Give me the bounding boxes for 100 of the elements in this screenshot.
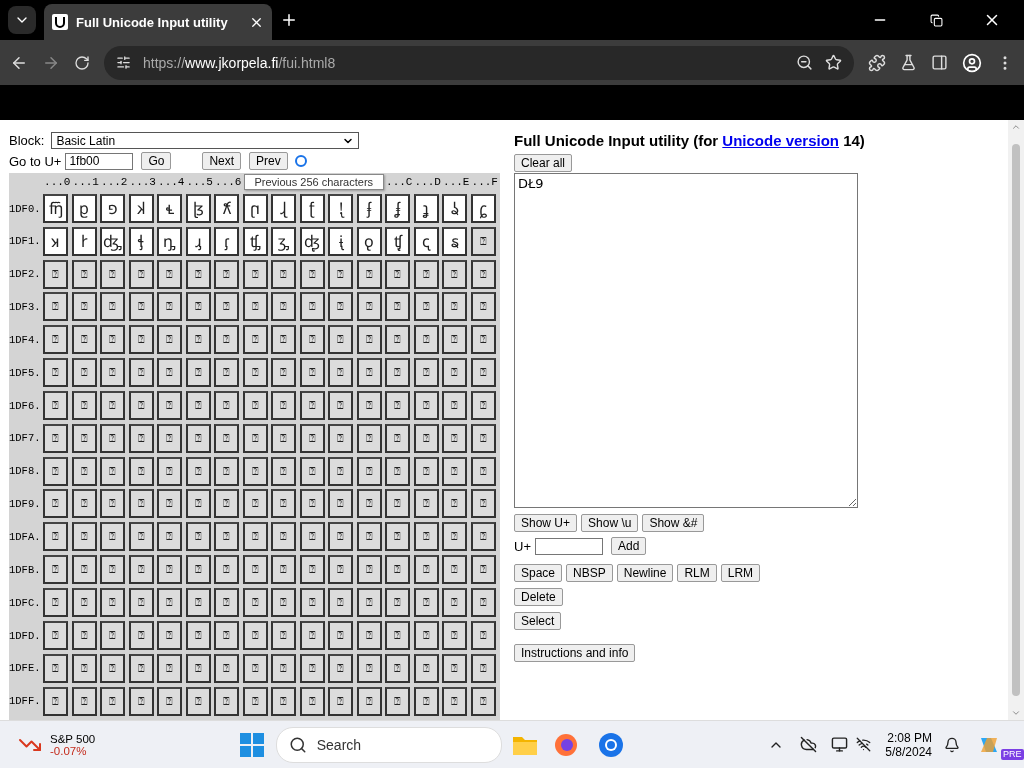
character-cell[interactable]: ⍰ xyxy=(185,358,211,388)
character-cell[interactable]: ⍰ xyxy=(100,588,125,618)
character-cell[interactable]: 𝼞 xyxy=(442,226,467,256)
character-cell[interactable]: ⍰ xyxy=(100,390,125,420)
character-cell[interactable]: 𝼛 xyxy=(356,226,382,256)
character-cell[interactable]: ⍰ xyxy=(185,522,211,552)
character-cell[interactable]: ⍰ xyxy=(442,686,467,716)
character-cell[interactable]: ⍰ xyxy=(185,588,211,618)
character-cell[interactable]: ⍰ xyxy=(385,522,410,552)
character-cell[interactable]: ⍰ xyxy=(71,555,97,585)
character-cell[interactable]: ⍰ xyxy=(413,653,439,683)
character-cell[interactable]: ⍰ xyxy=(356,423,382,453)
character-cell[interactable]: ⍰ xyxy=(413,292,439,322)
character-cell[interactable]: ⍰ xyxy=(242,423,268,453)
character-cell[interactable]: ⍰ xyxy=(242,555,268,585)
character-cell[interactable]: 𝼌 xyxy=(385,193,410,223)
character-cell[interactable]: ⍰ xyxy=(413,522,439,552)
character-cell[interactable]: ⍰ xyxy=(299,653,325,683)
character-cell[interactable]: ⍰ xyxy=(299,489,325,519)
character-cell[interactable]: ⍰ xyxy=(299,358,325,388)
character-cell[interactable]: ⍰ xyxy=(356,292,382,322)
flask-icon[interactable] xyxy=(900,54,917,71)
character-cell[interactable]: ⍰ xyxy=(128,588,154,618)
character-cell[interactable]: ⍰ xyxy=(157,686,182,716)
character-cell[interactable]: ⍰ xyxy=(43,620,68,650)
character-cell[interactable]: ⍰ xyxy=(328,456,353,486)
character-cell[interactable]: ⍰ xyxy=(214,423,239,453)
character-cell[interactable]: 𝼖 xyxy=(214,226,239,256)
character-cell[interactable]: ⍰ xyxy=(271,686,296,716)
character-cell[interactable]: ⍰ xyxy=(43,325,68,355)
taskbar-search[interactable]: Search xyxy=(275,726,502,763)
clear-button[interactable]: Clear all xyxy=(514,154,572,172)
character-cell[interactable]: ⍰ xyxy=(242,358,268,388)
character-cell[interactable]: ⍰ xyxy=(214,489,239,519)
character-cell[interactable]: ⍰ xyxy=(71,620,97,650)
character-cell[interactable]: 𝼊 xyxy=(328,193,353,223)
character-cell[interactable]: ⍰ xyxy=(413,259,439,289)
character-cell[interactable]: ⍰ xyxy=(413,588,439,618)
block-select[interactable]: Basic Latin xyxy=(51,132,360,149)
character-cell[interactable]: ⍰ xyxy=(242,259,268,289)
character-cell[interactable]: ⍰ xyxy=(470,423,496,453)
character-cell[interactable]: ⍰ xyxy=(328,292,353,322)
character-cell[interactable]: ⍰ xyxy=(442,292,467,322)
character-cell[interactable]: ⍰ xyxy=(128,423,154,453)
character-cell[interactable]: ⍰ xyxy=(385,358,410,388)
character-cell[interactable]: 𝼆 xyxy=(214,193,239,223)
character-cell[interactable]: ⍰ xyxy=(271,522,296,552)
reload-icon[interactable] xyxy=(74,54,90,71)
insert-button[interactable]: LRM xyxy=(720,564,761,582)
scrollbar-thumb[interactable] xyxy=(1012,144,1020,696)
character-cell[interactable]: ⍰ xyxy=(185,423,211,453)
character-cell[interactable]: ⍰ xyxy=(214,620,239,650)
character-cell[interactable]: ⍰ xyxy=(157,653,182,683)
character-cell[interactable]: ⍰ xyxy=(128,292,154,322)
character-cell[interactable]: ⍰ xyxy=(214,390,239,420)
character-cell[interactable]: 𝼝 xyxy=(413,226,439,256)
character-cell[interactable]: ⍰ xyxy=(442,555,467,585)
insert-button[interactable]: Space xyxy=(514,564,563,582)
character-cell[interactable]: ⍰ xyxy=(71,456,97,486)
delete-button[interactable]: Delete xyxy=(514,588,563,606)
character-cell[interactable]: ⍰ xyxy=(299,325,325,355)
character-cell[interactable]: ⍰ xyxy=(413,423,439,453)
character-cell[interactable]: ⍰ xyxy=(385,489,410,519)
character-cell[interactable]: ⍰ xyxy=(328,686,353,716)
character-cell[interactable]: 𝼎 xyxy=(442,193,467,223)
character-cell[interactable]: ⍰ xyxy=(100,358,125,388)
zoom-icon[interactable] xyxy=(796,54,813,71)
character-cell[interactable]: ⍰ xyxy=(470,620,496,650)
fox-browser-icon[interactable] xyxy=(553,732,578,757)
character-cell[interactable]: ⍰ xyxy=(271,292,296,322)
character-cell[interactable]: ⍰ xyxy=(413,325,439,355)
character-cell[interactable]: ⍰ xyxy=(385,588,410,618)
version-link[interactable]: Unicode version xyxy=(722,132,839,149)
star-icon[interactable] xyxy=(825,54,842,71)
go-button[interactable]: Go xyxy=(141,152,172,170)
character-cell[interactable]: ⍰ xyxy=(128,456,154,486)
code-input[interactable] xyxy=(535,537,603,555)
character-cell[interactable]: ⍰ xyxy=(157,292,182,322)
character-cell[interactable]: 𝼙 xyxy=(299,226,325,256)
character-cell[interactable]: ⍰ xyxy=(43,259,68,289)
character-cell[interactable]: ⍰ xyxy=(356,686,382,716)
character-cell[interactable]: ⍰ xyxy=(128,555,154,585)
character-cell[interactable]: ⍰ xyxy=(442,358,467,388)
character-cell[interactable]: ⍰ xyxy=(328,653,353,683)
character-cell[interactable]: ⍰ xyxy=(214,456,239,486)
character-cell[interactable]: ⍰ xyxy=(242,489,268,519)
character-cell[interactable]: ⍰ xyxy=(356,588,382,618)
character-cell[interactable]: ⍰ xyxy=(100,686,125,716)
character-cell[interactable]: 𝼉 xyxy=(299,193,325,223)
character-cell[interactable]: ⍰ xyxy=(43,686,68,716)
character-cell[interactable]: ⍰ xyxy=(185,292,211,322)
character-cell[interactable]: ⍰ xyxy=(328,522,353,552)
character-cell[interactable]: ⍰ xyxy=(128,653,154,683)
character-cell[interactable]: ⍰ xyxy=(328,588,353,618)
character-cell[interactable]: ⍰ xyxy=(299,686,325,716)
character-cell[interactable]: ⍰ xyxy=(242,292,268,322)
character-cell[interactable]: ⍰ xyxy=(470,390,496,420)
character-cell[interactable]: ⍰ xyxy=(157,555,182,585)
prev-button[interactable]: Prev xyxy=(249,152,288,170)
character-cell[interactable]: ⍰ xyxy=(185,555,211,585)
